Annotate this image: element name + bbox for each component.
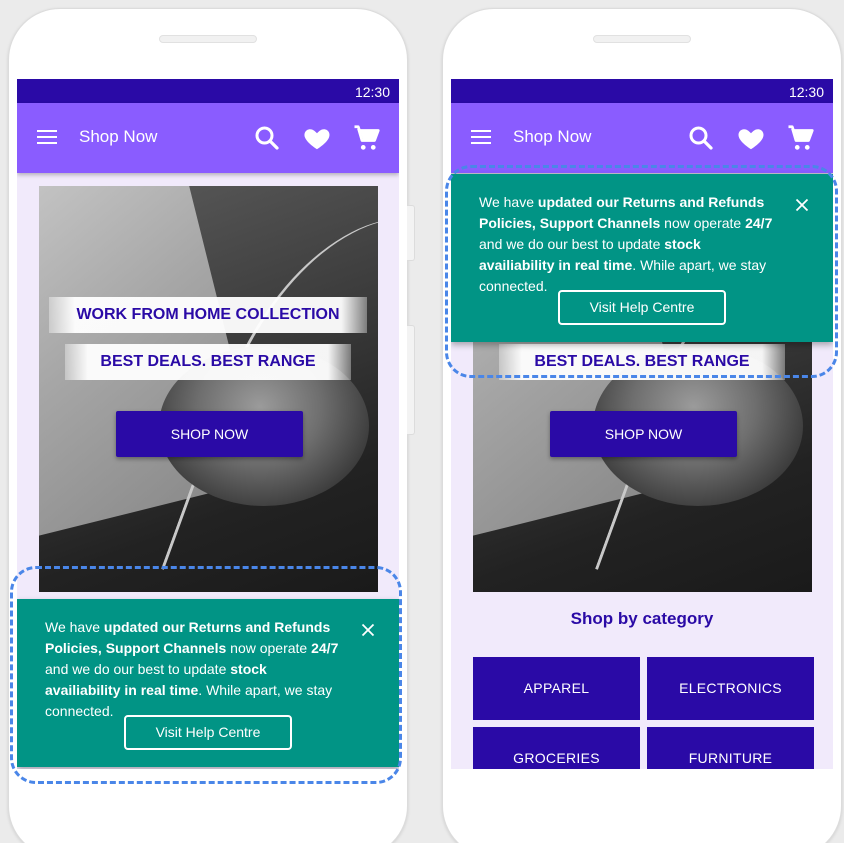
category-tile-furniture[interactable]: FURNITURE	[647, 727, 814, 769]
hero-subheadline: BEST DEALS. BEST RANGE	[65, 344, 351, 380]
status-bar: 12:30	[451, 79, 833, 103]
cart-icon[interactable]	[352, 123, 382, 153]
search-icon[interactable]	[252, 123, 282, 153]
phone-speaker	[593, 35, 691, 43]
status-time: 12:30	[354, 84, 390, 100]
category-heading: Shop by category	[570, 609, 714, 628]
highlight-outline-top	[445, 165, 838, 378]
status-bar: 12:30	[17, 79, 399, 103]
hero-headline: WORK FROM HOME COLLECTION	[49, 297, 367, 333]
phone-frame-right: 12:30 Shop Now WORK FROM HO	[442, 8, 842, 843]
heart-icon[interactable]	[302, 123, 332, 153]
cart-icon[interactable]	[786, 123, 816, 153]
app-title: Shop Now	[79, 127, 158, 146]
app-bar: Shop Now	[17, 103, 399, 173]
menu-icon[interactable]	[37, 130, 57, 144]
hero-banner: WORK FROM HOME COLLECTION BEST DEALS. BE…	[39, 186, 378, 592]
category-tile-apparel[interactable]: APPAREL	[473, 657, 640, 720]
menu-icon[interactable]	[471, 130, 491, 144]
category-tile-electronics[interactable]: ELECTRONICS	[647, 657, 814, 720]
status-time: 12:30	[788, 84, 824, 100]
phone-speaker	[159, 35, 257, 43]
category-tile-groceries[interactable]: GROCERIES	[473, 727, 640, 769]
highlight-outline-bottom	[10, 566, 402, 784]
app-title: Shop Now	[513, 127, 592, 146]
heart-icon[interactable]	[736, 123, 766, 153]
shop-now-button[interactable]: SHOP NOW	[116, 411, 303, 457]
volume-button	[407, 205, 415, 261]
app-bar: Shop Now	[451, 103, 833, 173]
shop-now-button[interactable]: SHOP NOW	[550, 411, 737, 457]
search-icon[interactable]	[686, 123, 716, 153]
power-button	[407, 325, 415, 435]
